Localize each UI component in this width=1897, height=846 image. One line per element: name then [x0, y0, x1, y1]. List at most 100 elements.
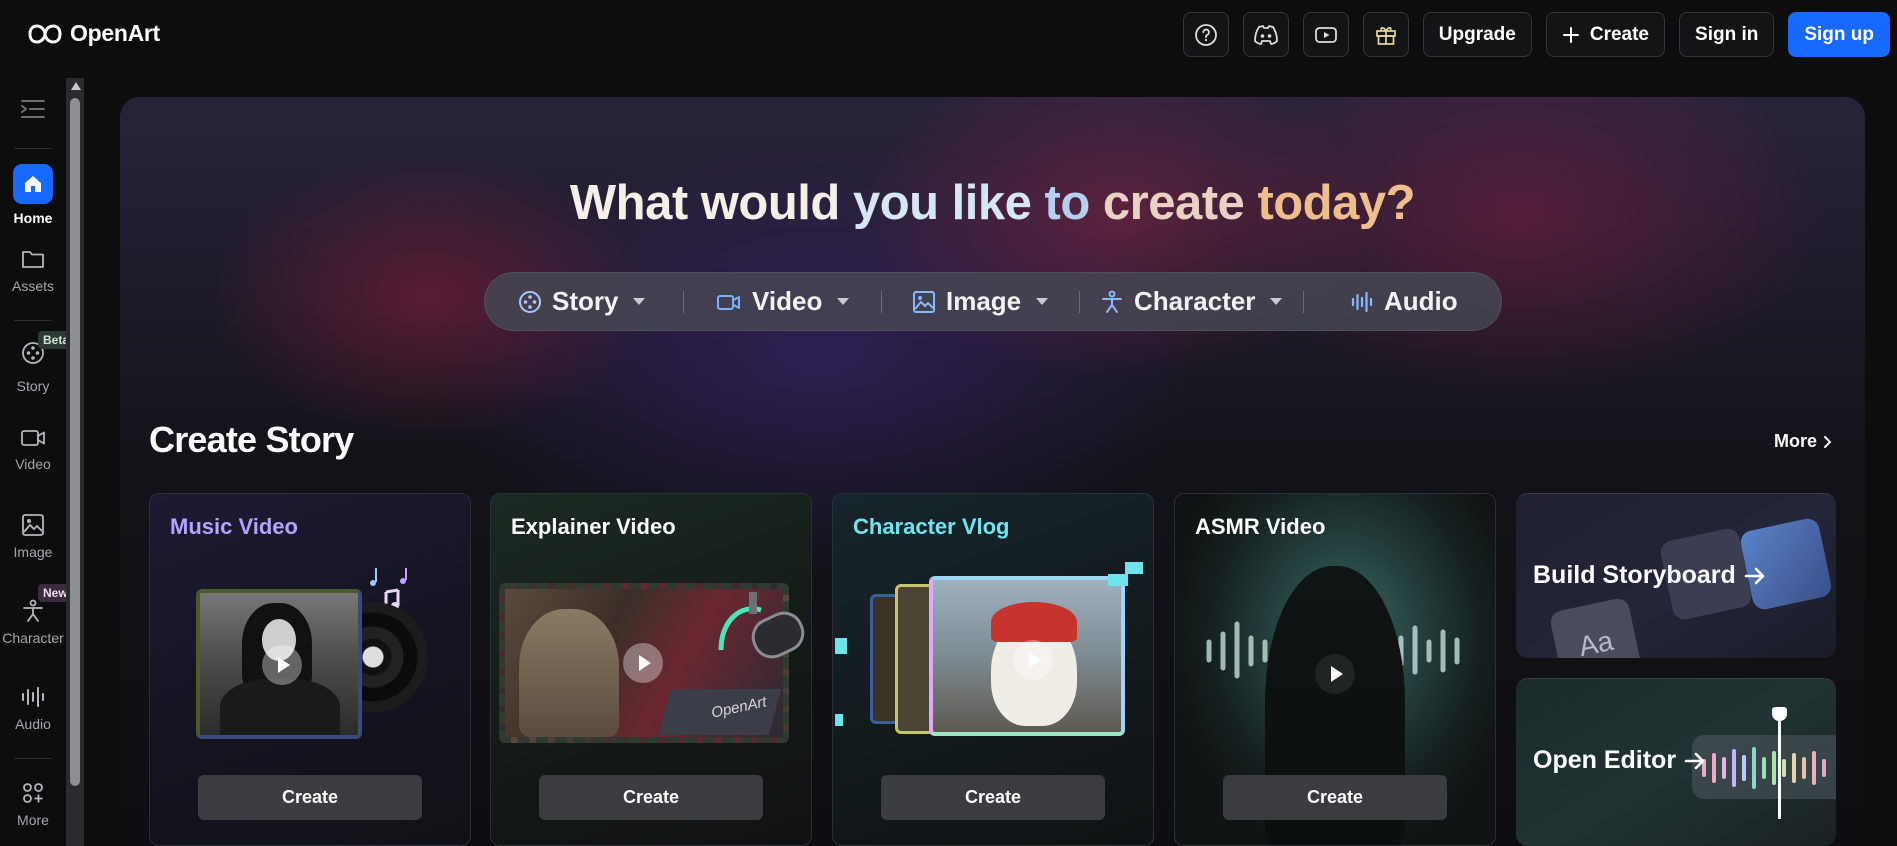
open-editor-card[interactable]: Open Editor — [1516, 678, 1836, 846]
tab-label: Image — [946, 286, 1022, 316]
waveform-icon — [1702, 747, 1826, 789]
hero-title-part: today? — [1257, 176, 1416, 230]
character-icon — [1102, 290, 1122, 313]
cyan-pixel-decoration — [835, 714, 843, 726]
scroll-up-arrow-icon[interactable] — [71, 82, 81, 90]
sidebar-divider — [14, 758, 52, 759]
sidebar-item-more[interactable]: More — [0, 780, 66, 828]
tab-image[interactable]: Image — [911, 286, 1049, 317]
openart-logo[interactable]: OpenArt — [28, 20, 160, 47]
sidebar-item-image[interactable]: Image — [0, 512, 66, 560]
tab-audio[interactable]: Audio — [1349, 286, 1458, 317]
sidebar-item-label: More — [17, 812, 49, 828]
card-title: Explainer Video — [511, 514, 676, 539]
youtube-button[interactable] — [1302, 12, 1349, 57]
create-character-vlog-button[interactable]: Create — [881, 775, 1105, 820]
playhead-handle[interactable] — [1772, 707, 1787, 721]
discord-button[interactable] — [1242, 12, 1289, 57]
tab-character[interactable]: Character — [1099, 286, 1283, 317]
tab-story[interactable]: Story — [517, 286, 646, 317]
tab-divider — [1079, 291, 1080, 313]
chevron-right-icon — [1824, 435, 1832, 448]
side-card-title: Build Storyboard — [1533, 561, 1766, 590]
sign-up-button[interactable]: Sign up — [1788, 12, 1890, 57]
play-icon[interactable] — [623, 643, 663, 683]
singer-thumbnail — [196, 589, 362, 739]
sidebar-item-label: Image — [13, 544, 53, 560]
sidebar-item-home[interactable]: Home — [0, 164, 66, 226]
playhead[interactable] — [1778, 709, 1781, 819]
play-icon[interactable] — [1315, 654, 1355, 694]
tab-divider — [881, 291, 882, 313]
chevron-down-icon — [837, 298, 850, 305]
help-button[interactable] — [1182, 12, 1229, 57]
chevron-down-icon — [1036, 298, 1049, 305]
create-asmr-video-button[interactable]: Create — [1223, 775, 1447, 820]
cyan-pixel-decoration — [835, 638, 847, 654]
hero-title-part: you like — [852, 176, 1032, 230]
top-bar: OpenArt Upgrade Create Sign in Sign up — [0, 0, 1897, 68]
tab-divider — [683, 291, 684, 313]
infinity-logo-icon — [28, 23, 62, 44]
sidebar-item-label: Video — [15, 456, 51, 472]
collapse-sidebar-button[interactable] — [20, 98, 46, 125]
upgrade-button[interactable]: Upgrade — [1422, 12, 1532, 57]
audio-wave-icon — [1351, 291, 1373, 312]
sidebar-item-label: Character — [2, 630, 64, 646]
cyan-pixel-decoration — [1108, 574, 1128, 586]
home-icon-box — [13, 164, 53, 204]
music-video-card[interactable]: Music Video Create — [149, 493, 471, 846]
storyboard-tile-text: Aa — [1548, 596, 1644, 658]
asmr-video-card[interactable]: ASMR Video Create — [1174, 493, 1496, 846]
tab-video[interactable]: Video — [715, 286, 850, 317]
create-explainer-video-button[interactable]: Create — [539, 775, 763, 820]
tab-divider — [1303, 291, 1304, 313]
film-reel-icon — [519, 290, 541, 313]
more-link-label: More — [1773, 431, 1817, 451]
scrollbar-thumb[interactable] — [70, 98, 80, 786]
more-link[interactable]: More — [1774, 431, 1832, 452]
gift-button[interactable] — [1362, 12, 1409, 57]
card-title: Character Vlog — [853, 514, 1010, 539]
penguin-hat — [991, 602, 1077, 642]
sidebar-item-label: Story — [16, 378, 50, 394]
tab-label: Story — [552, 286, 619, 316]
tab-label: Audio — [1384, 286, 1458, 316]
card-title: ASMR Video — [1195, 514, 1326, 539]
sidebar-item-label: Assets — [11, 278, 54, 294]
character-vlog-card[interactable]: Character Vlog Create — [832, 493, 1154, 846]
sidebar-divider — [14, 320, 52, 321]
explainer-video-card[interactable]: Explainer Video OpenArt Create — [490, 493, 812, 846]
card-title: Music Video — [170, 514, 298, 539]
create-type-tabs: Story Video Image Character Audio — [484, 272, 1502, 331]
hero-title-part: to — [1044, 176, 1091, 230]
image-icon — [22, 514, 44, 536]
sidebar-item-assets[interactable]: Assets — [0, 246, 66, 294]
build-storyboard-card[interactable]: Aa Build Storyboard — [1516, 493, 1836, 658]
side-card-title-text: Build Storyboard — [1533, 561, 1736, 589]
microphone-icon — [718, 592, 805, 659]
create-button[interactable]: Create — [1545, 12, 1666, 57]
collapse-menu-icon — [21, 100, 45, 118]
sidebar-item-audio[interactable]: Audio — [0, 684, 66, 732]
hero-title: What would you like to create today? — [120, 175, 1865, 231]
chevron-down-icon — [633, 298, 646, 305]
sidebar-item-character[interactable]: Character — [0, 598, 66, 646]
grid-icon — [23, 783, 43, 803]
play-icon[interactable] — [262, 645, 302, 685]
audio-wave-icon — [22, 687, 44, 707]
sign-in-button[interactable]: Sign in — [1679, 12, 1775, 57]
home-icon — [25, 176, 41, 192]
create-music-video-button[interactable]: Create — [198, 775, 422, 820]
side-card-title-text: Open Editor — [1533, 746, 1677, 774]
main-panel: What would you like to create today? Sto… — [120, 97, 1865, 846]
play-icon[interactable] — [1013, 640, 1053, 680]
sidebar-item-video[interactable]: Video — [0, 426, 66, 472]
brand-name: OpenArt — [70, 20, 160, 46]
cat-silhouette — [519, 609, 619, 737]
gift-icon — [1375, 26, 1396, 45]
question-circle-icon — [1194, 23, 1217, 46]
chevron-down-icon — [1270, 298, 1283, 305]
arrow-right-icon — [1684, 752, 1705, 769]
cyan-pixel-decoration — [1125, 562, 1143, 574]
